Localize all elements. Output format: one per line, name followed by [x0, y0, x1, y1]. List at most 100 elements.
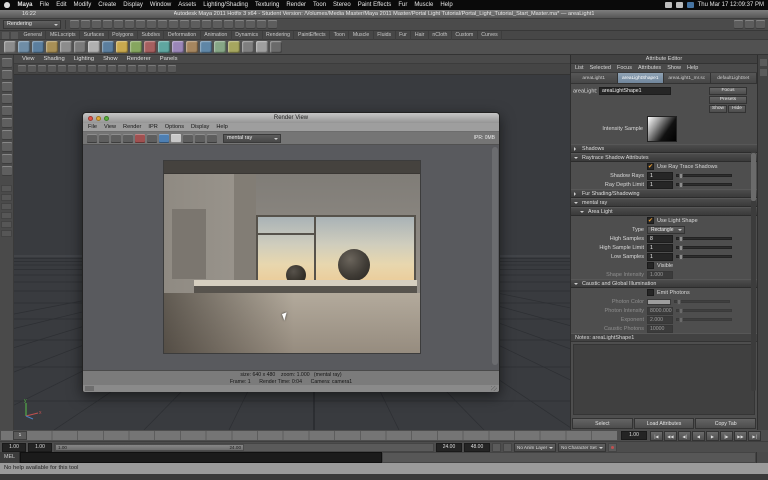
menubar-item-14[interactable]: Fur — [395, 2, 411, 8]
last-tool-icon[interactable] — [1, 166, 12, 176]
four-pane-layout-icon[interactable] — [1, 194, 12, 201]
animation-start-field[interactable]: 1.00 — [2, 442, 26, 452]
shelf-ramp-icon[interactable] — [116, 41, 128, 53]
menubar-item-4[interactable]: Create — [95, 2, 120, 8]
menubar-item-2[interactable]: Edit — [53, 2, 70, 8]
low-samples-field[interactable]: 1 — [647, 252, 673, 261]
select-component-icon[interactable] — [147, 20, 156, 29]
panel-menu-item-3[interactable]: Show — [103, 56, 118, 62]
step-forward-frame-button[interactable]: ▶▶ — [734, 430, 747, 441]
shelf-texture-icon[interactable] — [242, 41, 254, 53]
exposure-icon[interactable] — [195, 133, 205, 143]
shelf-utility-icon[interactable] — [256, 41, 268, 53]
redo-previous-render-icon[interactable] — [99, 133, 109, 143]
snapshot-icon[interactable] — [147, 133, 157, 143]
universal-manipulator-icon[interactable] — [1, 130, 12, 140]
section-caustic-gi[interactable]: Caustic and Global Illumination — [571, 279, 757, 288]
new-scene-icon[interactable] — [70, 20, 79, 29]
menubar-item-16[interactable]: Help — [437, 2, 456, 8]
window-titlebar[interactable]: 16:22 Autodesk Maya 2011 Hotfix 3 x64 - … — [0, 10, 768, 19]
attribute-editor-toggle-icon[interactable] — [734, 20, 743, 29]
select-tool-icon[interactable] — [1, 58, 12, 68]
shelf-tab-2[interactable]: Surfaces — [80, 30, 109, 40]
open-scene-icon[interactable] — [81, 20, 90, 29]
ipr-render-icon[interactable] — [257, 20, 266, 29]
panel-menu-item-1[interactable]: Shading — [43, 56, 64, 62]
render-view-menu-2[interactable]: Render — [123, 124, 141, 130]
auto-keyframe-icon[interactable] — [607, 442, 617, 452]
go-to-end-button[interactable]: ▶| — [748, 430, 761, 441]
safe-action-icon[interactable] — [118, 65, 126, 73]
one-to-one-icon[interactable] — [183, 133, 193, 143]
menubar-item-6[interactable]: Window — [146, 2, 174, 8]
render-view-scrollbar[interactable] — [492, 147, 498, 365]
section-fur-shading[interactable]: Fur Shading/Shadowing — [571, 189, 757, 198]
rendered-image[interactable] — [164, 161, 420, 353]
use-raytrace-checkbox[interactable] — [647, 163, 654, 170]
film-gate-icon[interactable] — [88, 65, 96, 73]
script-editor-toggle-icon[interactable] — [756, 452, 768, 463]
shelf-spot-light-icon[interactable] — [158, 41, 170, 53]
command-line-language-label[interactable]: MEL — [0, 452, 20, 463]
section-area-light[interactable]: Area Light — [571, 207, 757, 216]
shelf-tab-10[interactable]: Toon — [330, 30, 350, 40]
use-all-lights-icon[interactable] — [168, 65, 176, 73]
apple-menu-icon[interactable] — [4, 2, 10, 8]
ae-tab-areaLight1[interactable]: areaLight1 — [571, 73, 618, 83]
render-image-area[interactable] — [83, 145, 499, 371]
step-forward-key-button[interactable]: |▶ — [720, 430, 733, 441]
rgb-channels-icon[interactable] — [159, 133, 169, 143]
snap-curve-icon[interactable] — [169, 20, 178, 29]
playback-start-field[interactable]: 1.00 — [28, 442, 52, 452]
redo-icon[interactable] — [114, 20, 123, 29]
ae-menu-2[interactable]: Focus — [617, 65, 632, 71]
time-slider-playhead[interactable]: 1 — [13, 431, 27, 440]
ae-menu-4[interactable]: Show — [667, 65, 681, 71]
shelf-tab-3[interactable]: Polygons — [109, 30, 138, 40]
shelf-tab-9[interactable]: PaintEffects — [294, 30, 331, 40]
shelf-tab-13[interactable]: Fur — [396, 30, 412, 40]
render-region-icon[interactable] — [87, 133, 97, 143]
shelf-fog-icon[interactable] — [270, 41, 282, 53]
shelf-tab-0[interactable]: General — [20, 30, 47, 40]
step-back-frame-button[interactable]: ◀◀ — [664, 430, 677, 441]
menubar-item-8[interactable]: Lighting/Shading — [200, 2, 252, 8]
render-current-frame-icon[interactable] — [246, 20, 255, 29]
open-render-settings-icon[interactable] — [207, 133, 217, 143]
ae-tab-areaLightShape1[interactable]: areaLightShape1 — [617, 73, 664, 83]
character-set-dropdown[interactable]: No Character Set — [558, 442, 606, 452]
anim-layer-dropdown[interactable]: No Anim Layer — [514, 442, 557, 452]
scale-tool-icon[interactable] — [1, 118, 12, 128]
lock-camera-icon[interactable] — [28, 65, 36, 73]
shelf-env-icon[interactable] — [130, 41, 142, 53]
shelf-shading-group-icon[interactable] — [46, 41, 58, 53]
panel-menu-item-0[interactable]: View — [22, 56, 34, 62]
undo-icon[interactable] — [103, 20, 112, 29]
show-button[interactable]: Show — [709, 105, 727, 113]
ae-menu-3[interactable]: Attributes — [638, 65, 661, 71]
render-icon[interactable] — [111, 133, 121, 143]
shelf-area-light-icon[interactable] — [144, 41, 156, 53]
shelf-tab-6[interactable]: Animation — [201, 30, 232, 40]
play-backward-button[interactable]: ◀ — [692, 430, 705, 441]
render-view-window[interactable]: Render View File View Render IPR Options Disp… — [82, 112, 500, 392]
animation-preferences-icon[interactable] — [503, 442, 512, 452]
ipr-render-icon[interactable] — [123, 133, 133, 143]
select-button[interactable]: Select — [572, 418, 633, 429]
hscroll-thumb[interactable] — [85, 386, 94, 391]
grid-toggle-icon[interactable] — [78, 65, 86, 73]
menubar-item-12[interactable]: Stereo — [330, 2, 355, 8]
panel-menu-item-5[interactable]: Panels — [160, 56, 178, 62]
node-name-field[interactable]: areaLightShape1 — [599, 87, 671, 95]
visible-checkbox[interactable] — [647, 262, 654, 269]
menubar-item-15[interactable]: Muscle — [411, 2, 437, 8]
smooth-shade-icon[interactable] — [148, 65, 156, 73]
animation-end-field[interactable]: 48.00 — [464, 442, 490, 452]
menubar-extra-icon[interactable] — [686, 2, 694, 8]
focus-button[interactable]: Focus — [709, 87, 747, 95]
menubar-item-9[interactable]: Texturing — [251, 2, 282, 8]
emit-photons-checkbox[interactable] — [647, 289, 654, 296]
shelf-render-icon[interactable] — [32, 41, 44, 53]
shelf-camera-icon[interactable] — [228, 41, 240, 53]
resolution-gate-icon[interactable] — [98, 65, 106, 73]
